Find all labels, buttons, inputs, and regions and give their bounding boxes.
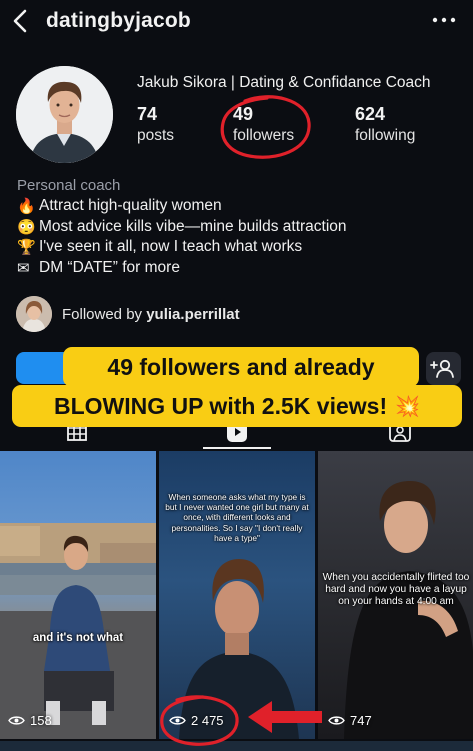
red-highlight-oval [160, 695, 239, 746]
eye-icon [328, 716, 345, 725]
promo-banner: 49 followers and already BLOWING UP with… [12, 347, 462, 429]
reel-caption: and it's not what [32, 632, 124, 644]
red-highlight-circle [220, 95, 311, 159]
reel-caption: When you accidentally flirted too hard a… [322, 572, 470, 607]
followed-by-row[interactable]: Followed by yulia.perrillat [16, 296, 240, 332]
following-label: following [355, 127, 416, 144]
flushed-face-icon: 😳 [17, 218, 36, 236]
active-tab-indicator [203, 447, 271, 449]
bio-line: ✉ DM “DATE” for more [17, 258, 457, 279]
more-options-icon[interactable] [431, 12, 457, 28]
bio-line: 😳 Most advice kills vibe—mine builds att… [17, 217, 457, 238]
banner-line-2: BLOWING UP with 2.5K views! 💥 [12, 385, 462, 427]
profile-photo [16, 66, 113, 163]
profile-display-name: Jakub Sikora | Dating & Confidance Coach [137, 74, 431, 91]
follower-avatar [16, 296, 52, 332]
reel-tile[interactable]: and it's not what 158 [0, 451, 156, 739]
bio-line: 🏆 I've seen it all, now I teach what wor… [17, 237, 457, 258]
reel-thumbnail [0, 523, 156, 739]
following-number: 624 [355, 104, 386, 124]
red-arrow-icon [248, 701, 322, 733]
bio-line-text: Attract high-quality women [39, 197, 222, 215]
envelope-icon: ✉ [17, 259, 30, 277]
profile-bio: Personal coach 🔥 Attract high-quality wo… [17, 177, 457, 278]
profile-username: datingbyjacob [46, 9, 191, 32]
bio-line-text: DM “DATE” for more [39, 258, 180, 276]
bio-category: Personal coach [17, 177, 121, 194]
banner-line-2-text: BLOWING UP with 2.5K views! [53, 392, 388, 419]
banner-line-1: 49 followers and already [63, 347, 419, 387]
trophy-icon: 🏆 [17, 239, 36, 257]
reel-caption: When someone asks what my type is but I … [165, 492, 309, 543]
view-count-text: 747 [350, 713, 372, 728]
fire-icon: 🔥 [17, 198, 36, 216]
followed-by-prefix: Followed by [62, 305, 147, 323]
reel-view-count: 158 [8, 713, 52, 728]
view-count-text: 158 [30, 713, 52, 728]
reel-tile[interactable]: When you accidentally flirted too hard a… [318, 451, 473, 739]
followed-by-username[interactable]: yulia.perrillat [146, 306, 239, 323]
bio-line: 🔥 Attract high-quality women [17, 196, 457, 217]
reel-view-count: 747 [328, 713, 372, 728]
following-count[interactable]: 624 following [355, 104, 415, 145]
profile-avatar[interactable] [16, 66, 113, 163]
back-arrow-icon[interactable] [10, 8, 32, 34]
posts-label: posts [137, 127, 175, 144]
bio-line-text: I've seen it all, now I teach what works [39, 238, 303, 256]
collision-icon: 💥 [395, 395, 421, 418]
bio-line-text: Most advice kills vibe—mine builds attra… [39, 217, 347, 235]
posts-count[interactable]: 74 posts [137, 104, 174, 145]
eye-icon [8, 716, 25, 725]
followed-by-text: Followed by yulia.perrillat [62, 306, 240, 323]
top-bar: datingbyjacob [0, 0, 473, 46]
posts-number: 74 [137, 104, 158, 124]
